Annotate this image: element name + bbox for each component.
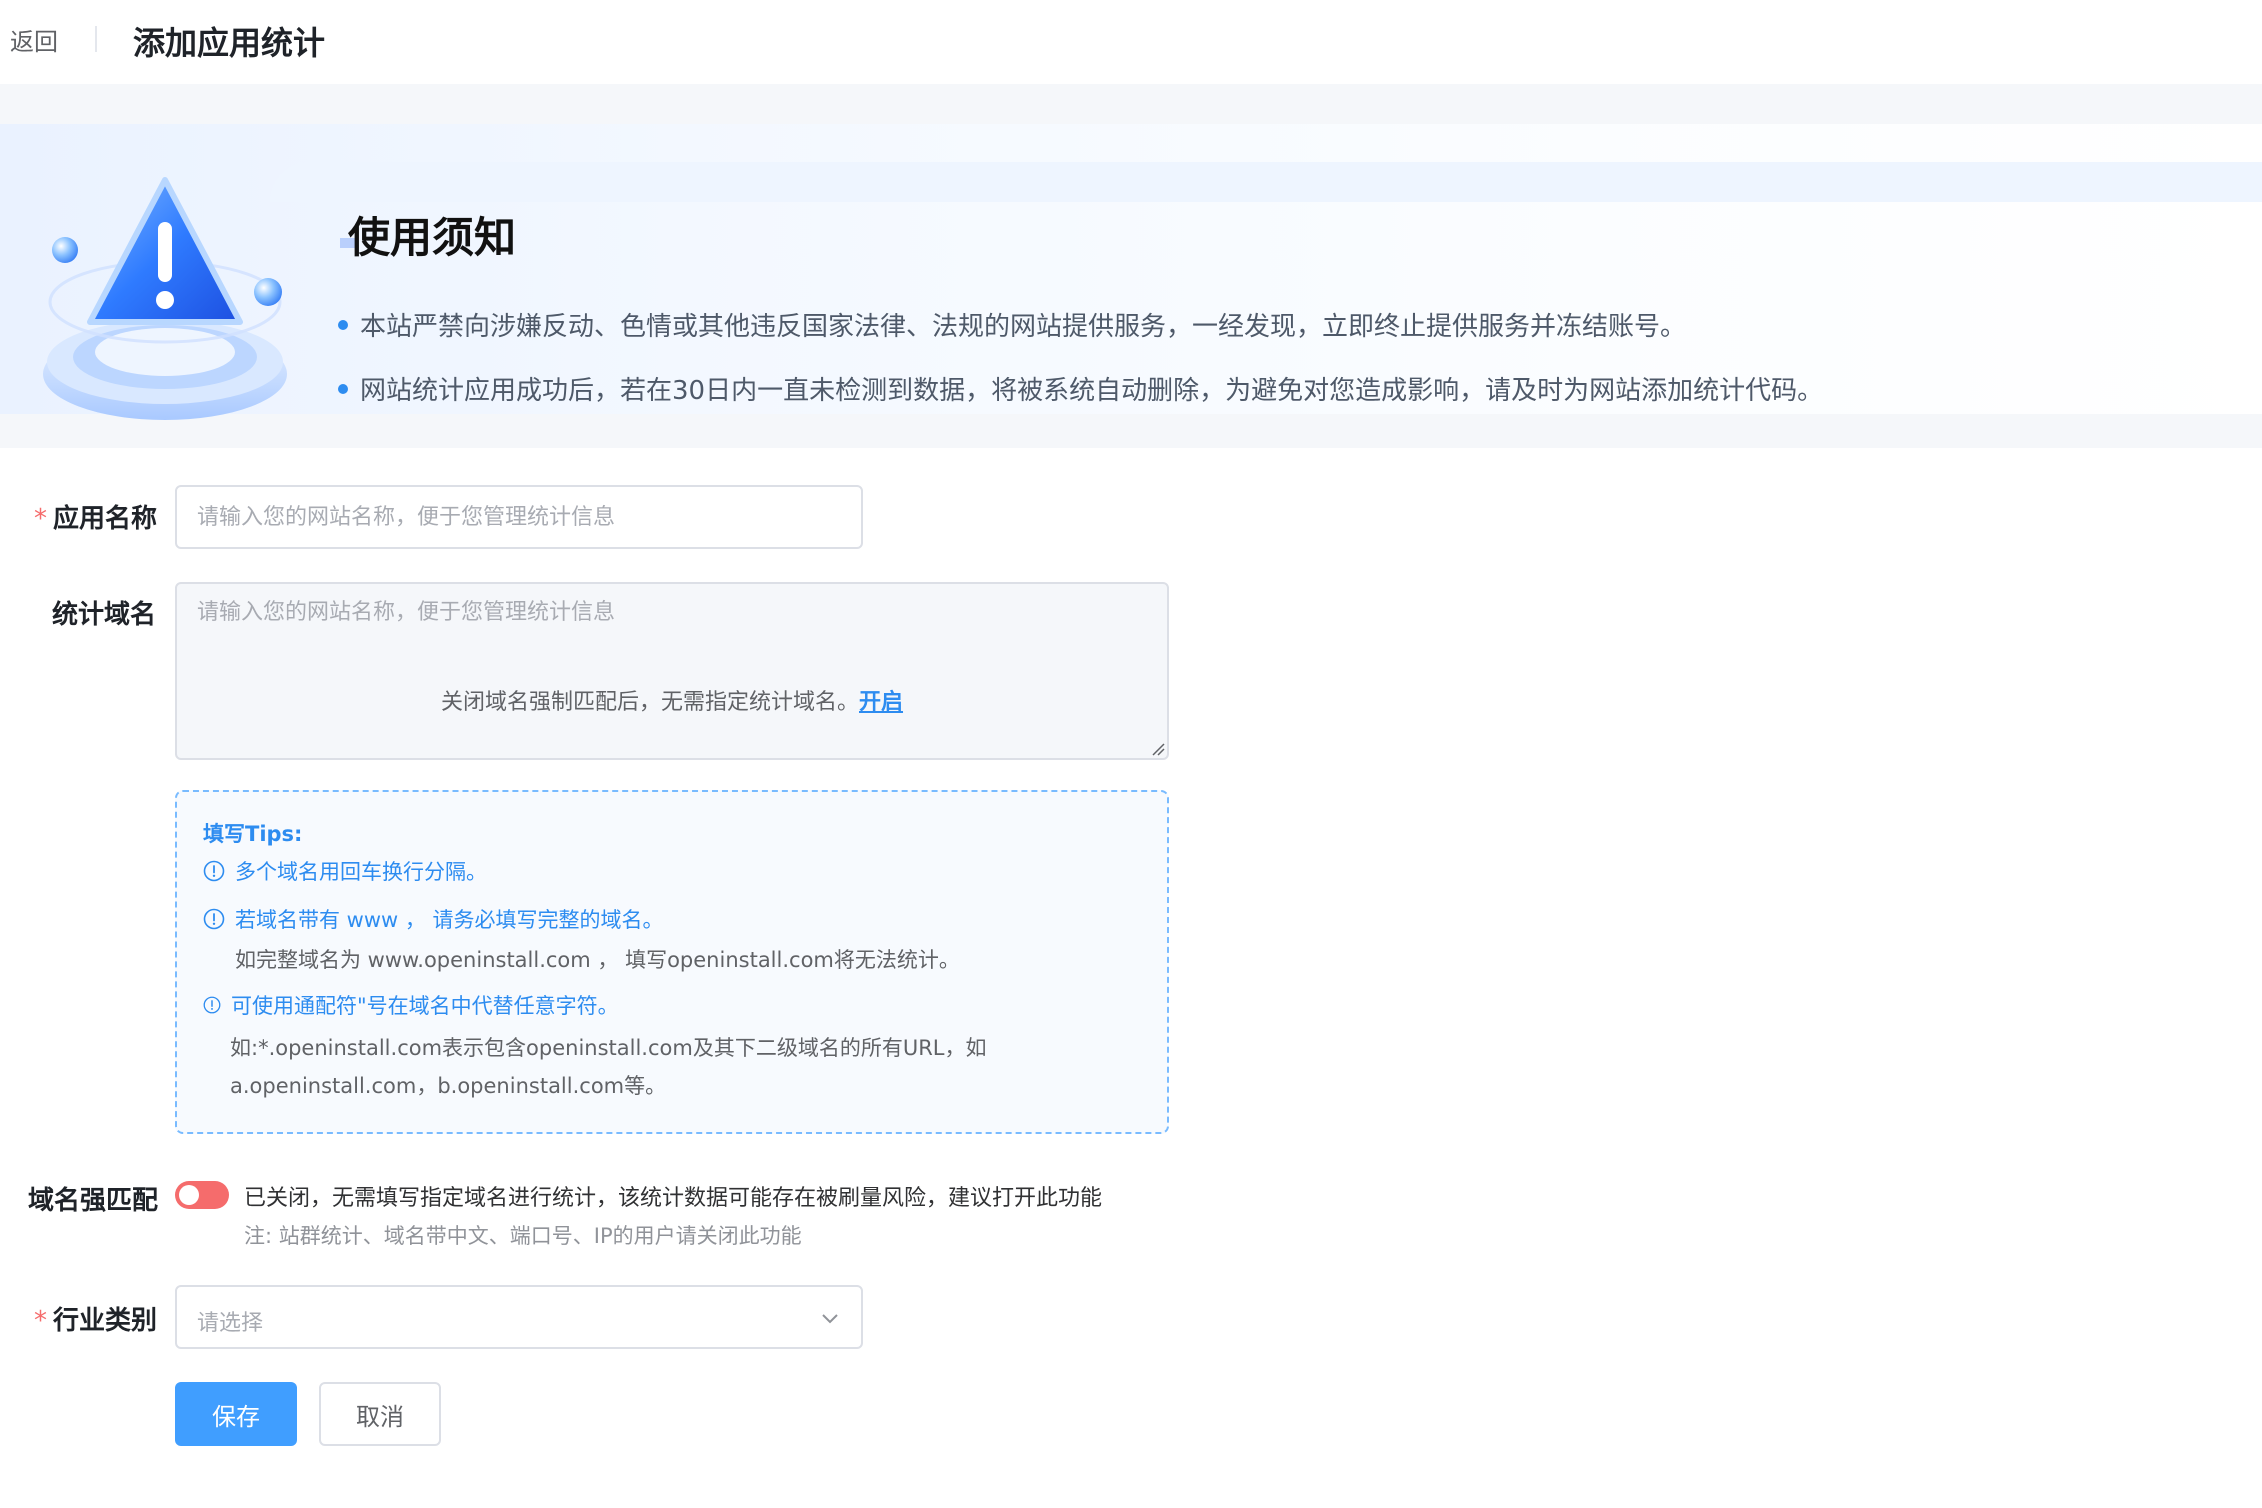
required-mark: * xyxy=(34,1306,47,1336)
domain-disabled-hint: 关闭域名强制匹配后，无需指定统计域名。开启 xyxy=(177,684,1167,716)
tips-title: 填写Tips: xyxy=(203,822,303,846)
bullet-dot-icon xyxy=(338,383,348,394)
tips-panel: 填写Tips: 多个域名用回车换行分隔。 若域名带有 www ， 请务必填写完整… xyxy=(175,790,1169,1134)
strict-match-toggle[interactable] xyxy=(175,1181,229,1209)
save-button[interactable]: 保存 xyxy=(175,1382,297,1446)
domain-label: 统计域名 xyxy=(52,600,157,630)
warning-triangle-icon xyxy=(43,177,287,420)
notice-item-text: 网站统计应用成功后，若在30日内一直未检测到数据，将被系统自动删除，为避免对您造… xyxy=(360,376,1824,406)
tip-detail: 如:*.openinstall.com表示包含openinstall.com及其… xyxy=(230,1036,987,1060)
cancel-button[interactable]: 取消 xyxy=(319,1382,441,1446)
info-circle-icon xyxy=(203,908,225,930)
notice-item-text: 本站严禁向涉嫌反动、色情或其他违反国家法律、法规的网站提供服务，一经发现，立即终… xyxy=(360,312,1687,342)
required-mark: * xyxy=(34,504,47,534)
notice-card-tab xyxy=(270,162,2262,202)
resize-handle-icon[interactable] xyxy=(1151,742,1165,756)
industry-select-placeholder: 请选择 xyxy=(197,1311,264,1336)
domain-disabled-hint-text: 关闭域名强制匹配后，无需指定统计域名。 xyxy=(440,690,859,715)
chevron-down-icon xyxy=(822,1314,838,1324)
header-divider xyxy=(95,26,97,52)
tip-item: 可使用通配符"号在域名中代替任意字符。 xyxy=(203,990,619,1020)
domain-textarea[interactable]: 请输入您的网站名称，便于您管理统计信息 关闭域名强制匹配后，无需指定统计域名。开… xyxy=(175,582,1169,760)
toggle-knob xyxy=(179,1185,199,1205)
notice-section: 使用须知 本站严禁向涉嫌反动、色情或其他违反国家法律、法规的网站提供服务，一经发… xyxy=(0,84,2262,448)
info-circle-icon xyxy=(203,996,221,1014)
tip-text: 可使用通配符"号在域名中代替任意字符。 xyxy=(231,994,619,1018)
tip-detail: a.openinstall.com，b.openinstall.com等。 xyxy=(230,1074,667,1098)
tip-text: 多个域名用回车换行分隔。 xyxy=(235,860,487,884)
notice-item: 本站严禁向涉嫌反动、色情或其他违反国家法律、法规的网站提供服务，一经发现，立即终… xyxy=(338,306,1686,343)
strict-match-status: 已关闭，无需填写指定域名进行统计，该统计数据可能存在被刷量风险，建议打开此功能 xyxy=(244,1186,1103,1211)
industry-select[interactable]: 请选择 xyxy=(175,1285,863,1349)
notice-item: 网站统计应用成功后，若在30日内一直未检测到数据，将被系统自动删除，为避免对您造… xyxy=(338,370,1823,407)
enable-strict-match-link[interactable]: 开启 xyxy=(859,690,903,715)
tip-text: 若域名带有 www ， 请务必填写完整的域名。 xyxy=(235,908,664,932)
top-bar: 返回 添加应用统计 xyxy=(0,0,2262,84)
industry-label-text: 行业类别 xyxy=(53,1306,158,1336)
industry-label: * 行业类别 xyxy=(34,1300,157,1337)
notice-card: 使用须知 本站严禁向涉嫌反动、色情或其他违反国家法律、法规的网站提供服务，一经发… xyxy=(0,124,2262,420)
strict-match-label: 域名强匹配 xyxy=(28,1186,159,1216)
tip-item: 多个域名用回车换行分隔。 xyxy=(203,856,487,886)
info-circle-icon xyxy=(203,860,225,882)
bullet-dot-icon xyxy=(338,319,348,330)
app-name-label: * 应用名称 xyxy=(34,498,157,535)
strict-match-note: 注: 站群统计、域名带中文、端口号、IP的用户请关闭此功能 xyxy=(244,1224,802,1248)
tip-detail: 如完整域名为 www.openinstall.com ， 填写openinsta… xyxy=(235,948,960,972)
app-name-label-text: 应用名称 xyxy=(53,504,158,534)
page-title: 添加应用统计 xyxy=(133,24,326,62)
tip-item: 若域名带有 www ， 请务必填写完整的域名。 xyxy=(203,904,664,934)
domain-textarea-placeholder: 请输入您的网站名称，便于您管理统计信息 xyxy=(197,600,616,625)
notice-title: 使用须知 xyxy=(348,213,517,262)
app-name-input[interactable] xyxy=(175,485,863,549)
back-link[interactable]: 返回 xyxy=(10,22,58,57)
